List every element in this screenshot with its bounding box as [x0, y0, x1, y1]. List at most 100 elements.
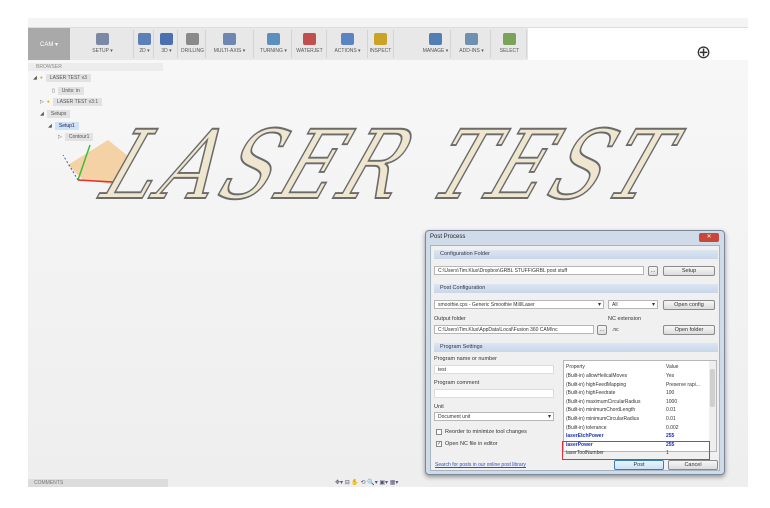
highlight-box [562, 441, 710, 460]
workspace-switcher[interactable]: CAM ▾ [28, 28, 70, 60]
tree-item-setup1[interactable]: ◢ Setup1 [48, 122, 79, 130]
toolbar-group-label: 3D ▾ [161, 48, 172, 54]
tree-item-contour1[interactable]: ▷ Contour1 [58, 133, 94, 141]
property-row[interactable]: (Built-in) minimumCircularRadius 0.01 [566, 415, 706, 423]
toolbar-icons [303, 30, 316, 48]
tool-icon[interactable] [429, 33, 442, 45]
navigation-bar[interactable]: ✥▾ ⊟ ✋ ⟲ 🔍▾ ▣▾ ▦▾ [335, 479, 445, 487]
property-row[interactable]: (Built-in) highFeedrate 100 [566, 389, 706, 397]
reorder-checkbox[interactable] [436, 429, 442, 435]
tool-icon[interactable] [465, 33, 478, 45]
toolbar-group-turning[interactable]: TURNING ▾ [256, 30, 292, 58]
toolbar-group-label: SELECT [499, 48, 520, 54]
document-icon: ▯ [52, 88, 55, 94]
unit-select[interactable]: Document unit [434, 412, 554, 421]
tree-item-setups[interactable]: ◢ Setups [40, 110, 71, 118]
toolbar-group-multi-axis[interactable]: MULTI-AXIS ▾ [206, 30, 254, 58]
toolbar-icons [465, 30, 478, 48]
toolbar-group-drilling[interactable]: DRILLING [180, 30, 206, 58]
property-value: 0.01 [666, 407, 676, 414]
property-name: laserEtchPower [566, 433, 604, 440]
tool-icon[interactable] [160, 33, 173, 45]
property-value: 100 [666, 390, 675, 397]
property-row[interactable]: (Built-in) highFeedMapping Preserve rapi.… [566, 381, 706, 389]
property-value: Preserve rapi... [666, 381, 700, 388]
post-button[interactable]: Post [614, 460, 664, 470]
post-filter-select[interactable]: All [608, 300, 658, 309]
tree-item-units[interactable]: ▯ Units: in [52, 87, 84, 95]
program-comment-field[interactable] [434, 389, 554, 398]
property-row[interactable]: (Built-in) tolerance 0.002 [566, 424, 706, 432]
section-configuration-folder: Configuration Folder [434, 250, 718, 259]
expand-icon[interactable]: ▷ [58, 134, 62, 140]
tool-icon[interactable] [267, 33, 280, 45]
lightbulb-icon[interactable]: ● [47, 99, 50, 105]
property-name: (Built-in) tolerance [566, 424, 607, 431]
tool-icon[interactable] [223, 33, 236, 45]
tool-icon[interactable] [303, 33, 316, 45]
property-value: 1000 [666, 398, 678, 405]
toolbar-group-actions[interactable]: ACTIONS ▾ [328, 30, 368, 58]
property-row[interactable]: (Built-in) minimumChordLength 0.01 [566, 406, 706, 414]
toolbar-group-add-ins[interactable]: ADD-INS ▾ [453, 30, 491, 58]
config-folder-field[interactable]: C:\Users\Tim.Klus\Dropbox\GRBL STUFF\GRB… [434, 266, 644, 275]
tool-icon[interactable] [186, 33, 199, 45]
toolbar-group-label: ADD-INS ▾ [459, 48, 484, 54]
toolbar-icons [341, 30, 354, 48]
open-folder-button[interactable]: Open folder [663, 325, 715, 335]
nc-extension-field[interactable]: .nc [608, 325, 658, 334]
laser-test-model[interactable]: LASER TEST [86, 109, 695, 222]
toolbar-group-inspect[interactable]: INSPECT [368, 30, 394, 58]
property-row[interactable]: (Built-in) maximumCircularRadius 1000 [566, 398, 706, 406]
open-nc-checkbox[interactable]: ✓ [436, 441, 442, 447]
title-strip [28, 18, 748, 28]
toolbar-icons [429, 30, 442, 48]
toolbar: CAM ▾ SETUP ▾ 2D ▾ 3D ▾ DRILLING MULTI-AXIS … [28, 28, 528, 60]
section-post-configuration: Post Configuration [434, 284, 718, 293]
cancel-button[interactable]: Cancel [668, 460, 718, 470]
toolbar-group-waterjet[interactable]: WATERJET [293, 30, 327, 58]
tool-icon[interactable] [374, 33, 387, 45]
output-folder-field[interactable]: C:\Users\Tim.Klus\AppData\Local\Fusion 3… [434, 325, 594, 334]
property-row[interactable]: (Built-in) allowHelicalMoves Yes [566, 372, 706, 380]
config-browse-button[interactable]: ... [648, 266, 658, 276]
output-browse-button[interactable]: ... [597, 325, 607, 335]
tree-item-component[interactable]: ▷ ● LASER TEST v3:1 [40, 98, 103, 106]
online-post-library-link[interactable]: Search for posts in our online post libr… [435, 462, 526, 468]
toolbar-icons [267, 30, 280, 48]
property-row[interactable]: laserEtchPower 255 [566, 432, 706, 440]
toolbar-icons [503, 30, 516, 48]
toolbar-icons [138, 30, 151, 48]
lightbulb-icon[interactable]: ● [40, 75, 43, 81]
toolbar-group-2d[interactable]: 2D ▾ [136, 30, 154, 58]
close-button[interactable]: ✕ [699, 233, 719, 242]
toolbar-group-manage[interactable]: MANAGE ▾ [421, 30, 451, 58]
toolbar-group-setup[interactable]: SETUP ▾ [72, 30, 134, 58]
expand-icon[interactable]: ▷ [40, 99, 44, 105]
comments-panel[interactable]: COMMENTS [28, 479, 168, 487]
post-select[interactable]: smoothie.cps - Generic Smoothie Mill/Las… [434, 300, 604, 309]
tool-icon[interactable] [138, 33, 151, 45]
property-value: 255 [666, 433, 675, 440]
property-value: Yes [666, 373, 675, 379]
toolbar-group-select[interactable]: SELECT [493, 30, 527, 58]
expand-icon[interactable]: ◢ [40, 111, 44, 117]
toolbar-group-3d[interactable]: 3D ▾ [156, 30, 178, 58]
toolbar-group-label: DRILLING [180, 48, 205, 54]
expand-icon[interactable]: ◢ [33, 75, 37, 81]
setup-button[interactable]: Setup [663, 266, 715, 276]
dialog-body: Configuration Folder C:\Users\Tim.Klus\D… [430, 245, 720, 471]
scrollbar-thumb[interactable] [710, 369, 715, 407]
zoom-icon[interactable]: ⊕ [696, 42, 711, 63]
properties-scrollbar[interactable] [709, 361, 716, 451]
tool-icon[interactable] [341, 33, 354, 45]
program-name-field[interactable]: test [434, 365, 554, 374]
open-config-button[interactable]: Open config [663, 300, 715, 310]
tree-item-root[interactable]: ◢ ● LASER TEST v3 [33, 74, 91, 82]
property-name: (Built-in) allowHelicalMoves [566, 373, 628, 379]
expand-icon[interactable]: ◢ [48, 123, 52, 129]
property-name: (Built-in) minimumCircularRadius [566, 416, 640, 422]
tool-icon[interactable] [96, 33, 109, 45]
browser-header: BROWSER [28, 63, 163, 71]
tool-icon[interactable] [503, 33, 516, 45]
